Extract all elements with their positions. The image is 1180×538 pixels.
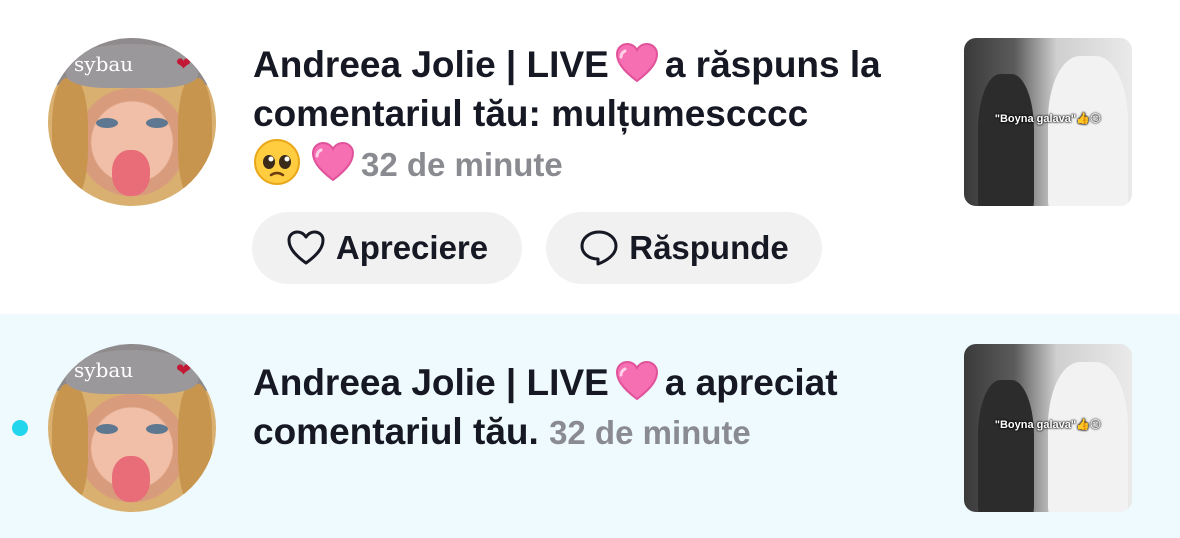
unread-indicator [12, 420, 28, 436]
avatar-eye [146, 424, 168, 434]
video-thumbnail[interactable]: "Boyna galava"👍😏 [964, 344, 1132, 512]
notification-like[interactable]: sybau ❤ Andreea Jolie | LIVE a apreciat c… [0, 314, 1180, 538]
pleading-face-icon [254, 139, 300, 185]
avatar-eye [96, 424, 118, 434]
like-label: Apreciere [335, 229, 489, 266]
timestamp: 32 de minute [549, 414, 751, 451]
pink-heart-icon [615, 43, 658, 83]
notification-reply[interactable]: sybau ❤ Andreea Jolie | LIVE a răspuns la… [0, 0, 1180, 314]
heart-outline-icon [287, 230, 325, 265]
avatar-hair [178, 384, 212, 504]
avatar-tongue [112, 456, 150, 502]
notification-text: Andreea Jolie | LIVE a apreciat comentari… [253, 358, 943, 457]
username[interactable]: Andreea Jolie | LIVE [253, 362, 609, 403]
avatar-hair [52, 78, 88, 198]
avatar-tongue [112, 150, 150, 196]
thumbnail-caption: "Boyna galava"👍😏 [994, 419, 1102, 431]
avatar-hair [52, 384, 88, 504]
avatar-eye [96, 118, 118, 128]
like-button[interactable]: Apreciere [252, 212, 522, 284]
comment-text: mulțumescccc [551, 93, 809, 134]
thumbnail-figure [978, 74, 1034, 206]
avatar-eye [146, 118, 168, 128]
avatar-hair [178, 78, 212, 198]
avatar-text: sybau [74, 358, 134, 382]
thumbnail-figure [1048, 56, 1128, 206]
timestamp: 32 de minute [361, 146, 563, 183]
thumbnail-figure [1048, 362, 1128, 512]
thumbnail-figure [978, 380, 1034, 512]
avatar[interactable]: sybau ❤ [48, 344, 216, 512]
notification-text: Andreea Jolie | LIVE a răspuns la comenta… [253, 40, 943, 189]
reply-button[interactable]: Răspunde [546, 212, 822, 284]
username[interactable]: Andreea Jolie | LIVE [253, 44, 609, 85]
thumbnail-caption: "Boyna galava"👍😏 [994, 113, 1102, 125]
broken-heart-icon: ❤ [176, 54, 192, 74]
avatar-text: sybau [74, 52, 134, 76]
reply-label: Răspunde [629, 229, 789, 266]
pink-heart-icon [615, 361, 658, 401]
speech-bubble-icon [580, 230, 618, 266]
video-thumbnail[interactable]: "Boyna galava"👍😏 [964, 38, 1132, 206]
pink-heart-icon [311, 142, 355, 182]
broken-heart-icon: ❤ [176, 360, 192, 380]
avatar[interactable]: sybau ❤ [48, 38, 216, 206]
